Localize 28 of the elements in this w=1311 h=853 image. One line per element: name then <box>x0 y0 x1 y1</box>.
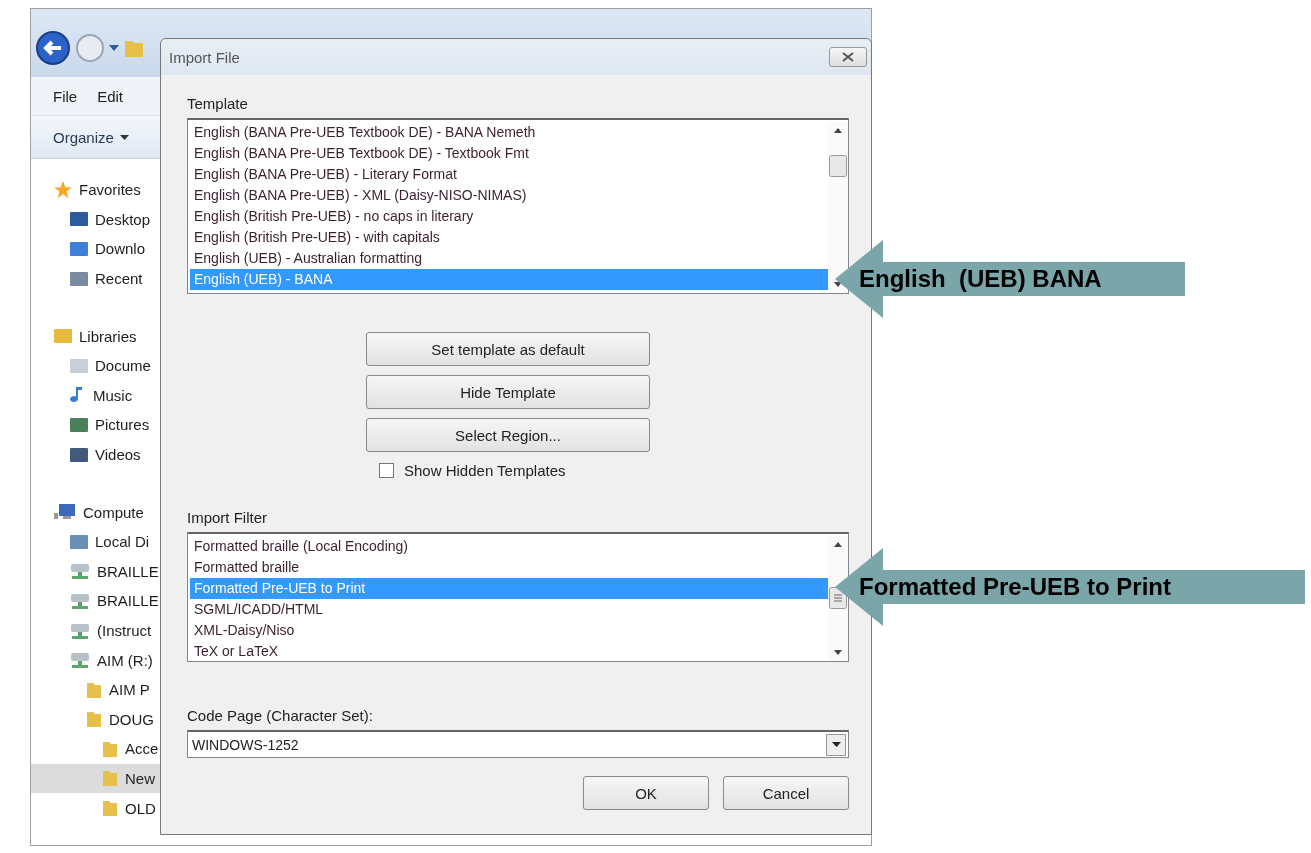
import-filter-label: Import Filter <box>187 509 268 526</box>
nav-item-label: (Instruct <box>97 622 152 639</box>
nav-item-label: Libraries <box>79 327 137 345</box>
code-page-label: Code Page (Character Set): <box>187 707 374 724</box>
nav-item-label: DOUG <box>109 710 154 728</box>
nav-item-label: BRAILLE <box>97 592 159 610</box>
nav-item-label: Pictures <box>95 416 150 434</box>
nav-item-label: Favorites <box>79 181 141 199</box>
nav-item-label: New <box>125 770 155 787</box>
nav-item-label: OLD <box>125 799 156 817</box>
nav-item-label: Acce <box>125 740 159 758</box>
nav-item-label: AIM P <box>109 681 150 699</box>
nav-item-label: Compute <box>83 503 144 521</box>
nav-item-label: AIM (R:) <box>97 651 153 669</box>
dropdown-value: WINDOWS-1252 <box>192 736 299 753</box>
template-label: Template <box>187 95 249 112</box>
nav-item-label: Docume <box>95 357 151 375</box>
nav-item-label: Downlo <box>95 240 146 258</box>
checkbox-label: Show Hidden Templates <box>404 462 566 479</box>
nav-item-label: BRAILLE <box>97 562 159 580</box>
dialog-title: Import File <box>169 48 240 66</box>
nav-item-label: Desktop <box>95 210 151 228</box>
nav-item-label: Music <box>93 386 133 404</box>
nav-item-label: Videos <box>95 446 141 464</box>
arrow-callout: English (UEB) BANA <box>835 240 1185 318</box>
arrow-callout: Formatted Pre-UEB to Print <box>835 548 1305 626</box>
nav-item-label: Recent <box>95 270 143 288</box>
nav-item-label: Local Di <box>95 533 150 551</box>
